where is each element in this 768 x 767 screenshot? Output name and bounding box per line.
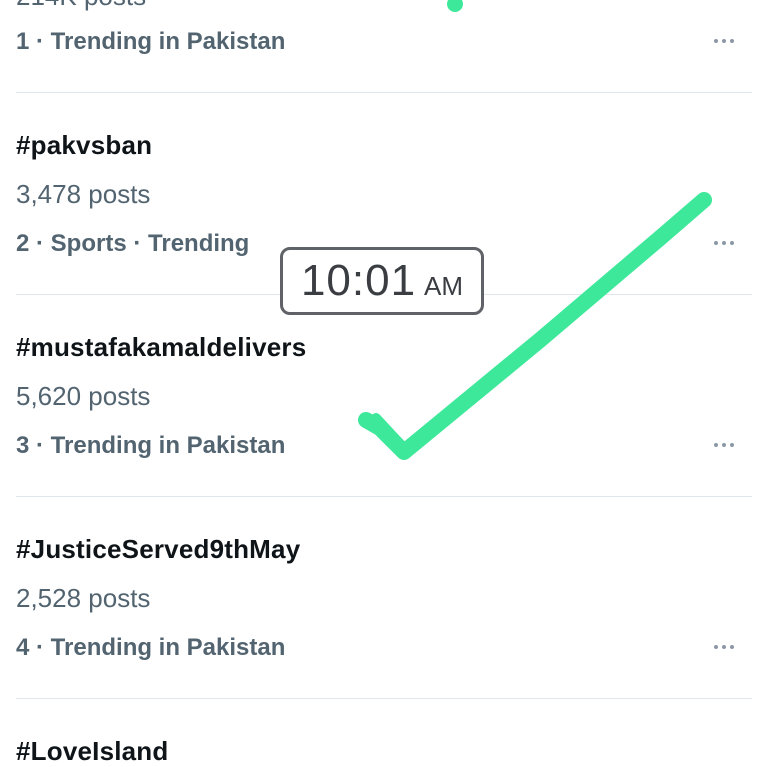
trend-item-5[interactable]: #LoveIsland: [0, 699, 768, 766]
time-value: 10:01: [300, 256, 417, 305]
trend-context: 3 · Trending in Pakistan: [16, 432, 286, 459]
trend-title: #JusticeServed9thMay: [16, 534, 301, 564]
more-icon[interactable]: [706, 31, 742, 51]
trend-posts: 5,620 posts: [16, 381, 151, 411]
trend-context: 1 · Trending in Pakistan: [16, 28, 286, 55]
trend-context: 4 · Trending in Pakistan: [16, 634, 286, 661]
time-ampm: AM: [424, 270, 464, 301]
time-overlay: 10:01 AM: [280, 247, 484, 315]
more-icon[interactable]: [706, 233, 742, 253]
trend-title: #LoveIsland: [16, 736, 169, 766]
more-icon[interactable]: [706, 435, 742, 455]
trend-title: #mustafakamaldelivers: [16, 332, 307, 362]
trend-item-1[interactable]: 214K posts 1 · Trending in Pakistan: [0, 0, 768, 92]
trend-posts: 3,478 posts: [16, 179, 151, 209]
trend-posts: 2,528 posts: [16, 583, 151, 613]
trend-item-3[interactable]: #mustafakamaldelivers 5,620 posts 3 · Tr…: [0, 295, 768, 496]
trend-title: #pakvsban: [16, 130, 153, 160]
trend-posts: 214K posts: [16, 0, 146, 12]
trend-context: 2 · Sports · Trending: [16, 230, 250, 257]
trend-item-4[interactable]: #JusticeServed9thMay 2,528 posts 4 · Tre…: [0, 497, 768, 698]
more-icon[interactable]: [706, 637, 742, 657]
trends-list: 214K posts 1 · Trending in Pakistan #pak…: [0, 0, 768, 766]
